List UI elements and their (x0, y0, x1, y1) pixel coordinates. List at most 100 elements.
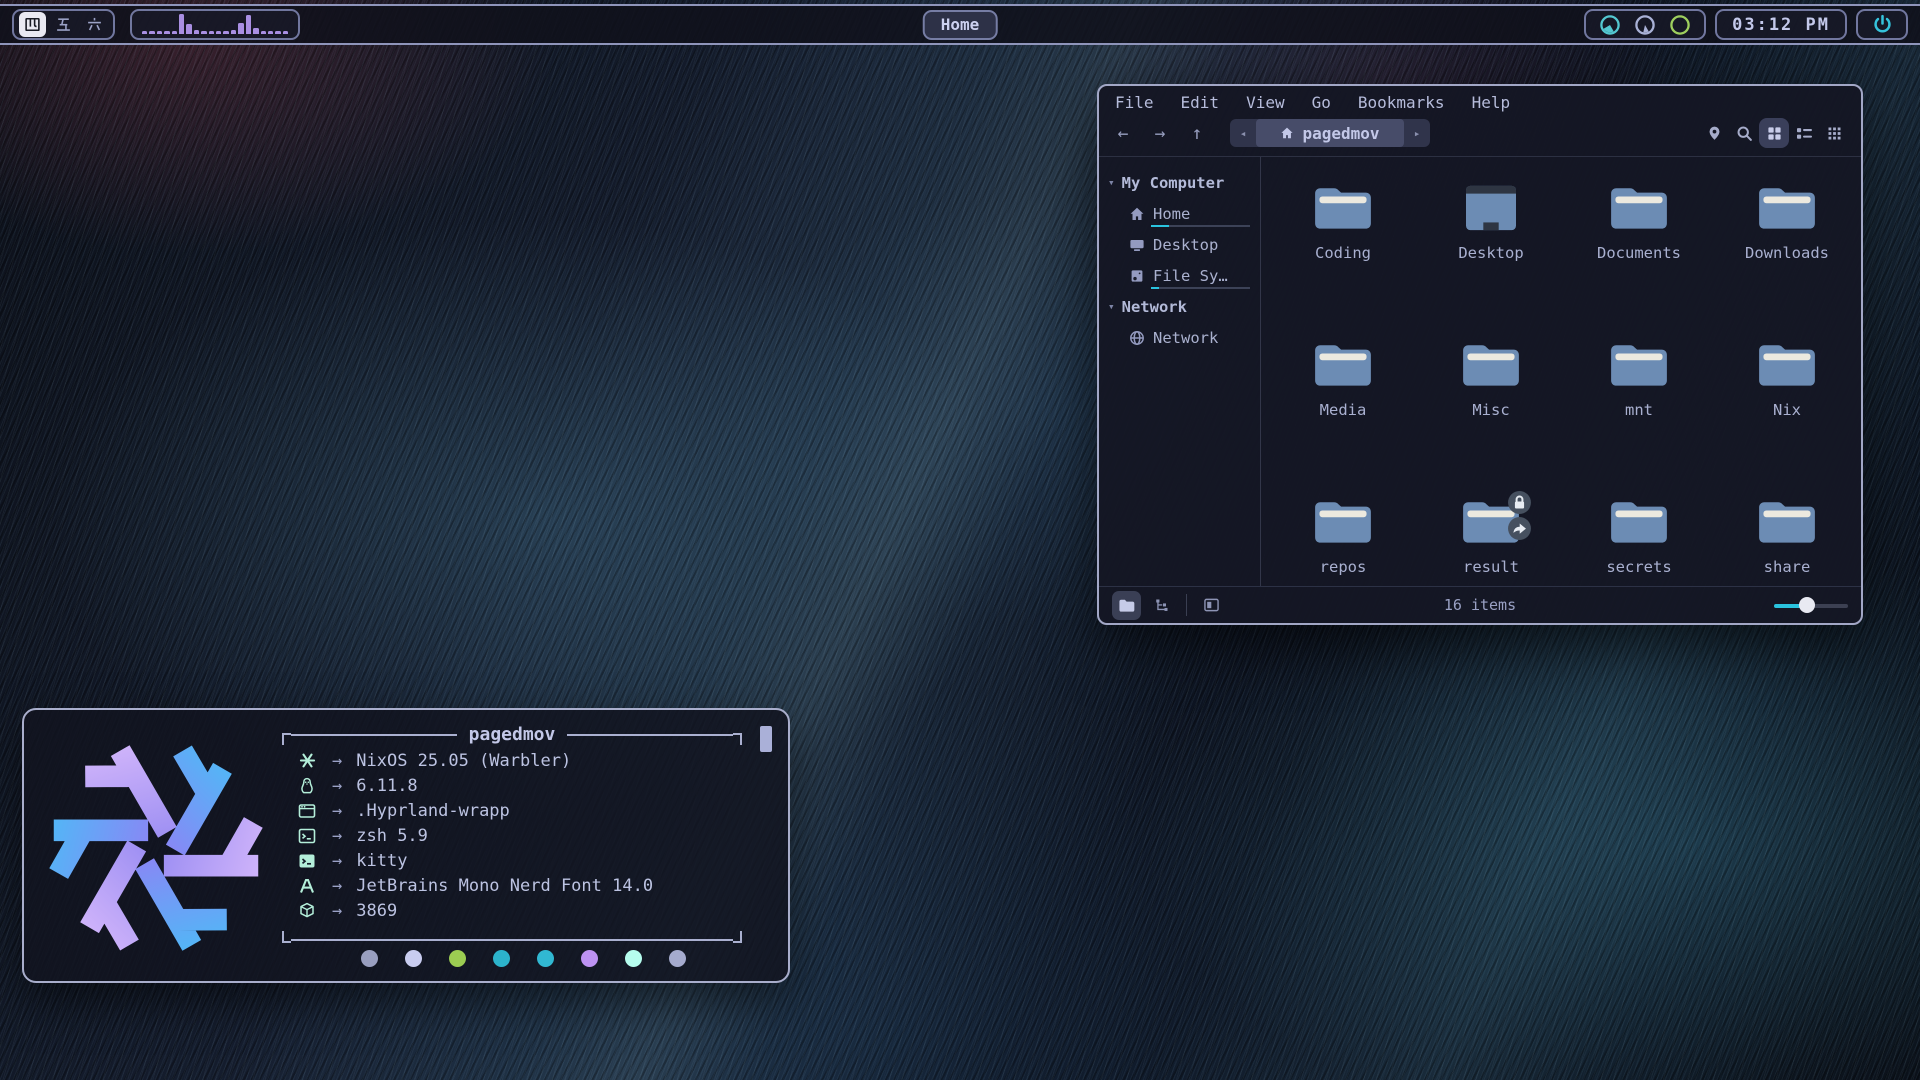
fetch-value: 3869 (356, 901, 397, 921)
fetch-value: .Hyprland-wrapp (356, 801, 510, 821)
item-count-label: 16 items (1099, 596, 1861, 614)
workspace-五[interactable] (50, 12, 77, 37)
menu-help[interactable]: Help (1472, 93, 1511, 112)
workspace-六[interactable] (81, 12, 108, 37)
file-item-mnt[interactable]: mnt (1565, 326, 1713, 483)
window-icon (296, 802, 318, 820)
arrow-icon: → (332, 876, 342, 896)
path-scroll-left-icon[interactable]: ◂ (1230, 127, 1256, 140)
audio-visualizer (130, 9, 300, 40)
sidebar: ▾My Computer Home Desktop File Sy…▾Network N… (1099, 157, 1261, 586)
folder-icon (1312, 183, 1374, 233)
file-item-label: share (1764, 558, 1811, 576)
sidebar-item-network[interactable]: Network (1099, 322, 1260, 353)
visualizer-bar (194, 30, 199, 34)
fetch-frame-top: pagedmov (282, 728, 742, 742)
drive-icon (1129, 268, 1145, 284)
arrow-icon: → (332, 901, 342, 921)
menu-go[interactable]: Go (1312, 93, 1331, 112)
visualizer-bar (157, 31, 162, 34)
workspace-switcher (12, 9, 115, 40)
status-bar: 16 items (1099, 586, 1861, 623)
collapse-caret-icon: ▾ (1108, 300, 1115, 313)
link-emblem-icon (1507, 516, 1532, 541)
sidebar-item-label: Desktop (1153, 236, 1218, 254)
up-button[interactable]: ↑ (1185, 123, 1209, 144)
file-item-downloads[interactable]: Downloads (1713, 169, 1861, 326)
visualizer-bar (246, 15, 251, 34)
palette-dot (625, 950, 642, 967)
fetch-value: kitty (356, 851, 407, 871)
fetch-row: →.Hyprland-wrapp (296, 798, 764, 823)
fetch-widget: pagedmov →NixOS 25.05 (Warbler)→6.11.8→.… (22, 708, 790, 983)
folder-icon (1756, 183, 1818, 233)
menu-bar: File Edit View Go Bookmarks Help (1099, 86, 1861, 114)
file-item-label: Coding (1315, 244, 1371, 262)
fetch-row: → kitty (296, 848, 764, 873)
folder-icon (1756, 340, 1818, 390)
visualizer-bar (261, 31, 266, 34)
globe-icon (1129, 330, 1145, 346)
visualizer-bar (231, 30, 236, 34)
path-scroll-right-icon[interactable]: ▸ (1404, 127, 1430, 140)
zoom-slider[interactable] (1774, 597, 1848, 613)
nix-flake-icon (296, 751, 318, 770)
folder-icon (1608, 183, 1670, 233)
fetch-row: → 6.11.8 (296, 773, 764, 798)
file-item-documents[interactable]: Documents (1565, 169, 1713, 326)
menu-edit[interactable]: Edit (1181, 93, 1220, 112)
file-item-nix[interactable]: Nix (1713, 326, 1861, 483)
menu-bookmarks[interactable]: Bookmarks (1358, 93, 1445, 112)
sidebar-item-desktop[interactable]: Desktop (1099, 229, 1260, 260)
tux-icon (296, 777, 318, 795)
visualizer-bar (186, 24, 191, 34)
file-item-coding[interactable]: Coding (1269, 169, 1417, 326)
search-button[interactable] (1729, 118, 1759, 148)
workspace-四-active[interactable] (19, 12, 46, 37)
compact-view-button[interactable] (1819, 118, 1849, 148)
forward-button[interactable]: → (1148, 123, 1172, 144)
arrow-icon: → (332, 776, 342, 796)
sidebar-item-label: Home (1153, 205, 1190, 223)
sidebar-section-network[interactable]: ▾Network (1099, 291, 1260, 322)
terminal-cursor (760, 726, 772, 752)
desktop: Home 03:12 PM FileEditViewGoBookmarksHel… (0, 0, 1920, 1080)
folder-icon (1460, 497, 1522, 547)
zoom-slider-knob[interactable] (1799, 597, 1815, 613)
menu-file[interactable]: File (1115, 93, 1154, 112)
fetch-frame-bottom (282, 927, 742, 941)
sidebar-item-filesy[interactable]: File Sy… (1099, 260, 1260, 291)
file-item-desktop[interactable]: Desktop (1417, 169, 1565, 326)
fetch-value: 6.11.8 (356, 776, 417, 796)
icon-view-button[interactable] (1759, 118, 1789, 148)
folder-icon (1756, 497, 1818, 547)
file-item-media[interactable]: Media (1269, 326, 1417, 483)
back-button[interactable]: ← (1111, 123, 1135, 144)
visualizer-bar (223, 31, 228, 34)
menu-view[interactable]: View (1246, 93, 1285, 112)
file-item-label: Downloads (1745, 244, 1829, 262)
power-button[interactable] (1856, 9, 1908, 40)
nixos-logo (38, 724, 274, 971)
sidebar-item-label: Network (1153, 329, 1218, 347)
sidebar-item-home[interactable]: Home (1099, 198, 1260, 229)
location-pin-button[interactable] (1699, 118, 1729, 148)
folder-icon (1460, 340, 1522, 390)
fetch-row: →JetBrains Mono Nerd Font 14.0 (296, 873, 764, 898)
file-item-label: Documents (1597, 244, 1681, 262)
terminal-color-dots (282, 950, 764, 967)
sidebar-section-my-computer[interactable]: ▾My Computer (1099, 167, 1260, 198)
visualizer-bar (172, 31, 177, 34)
palette-dot (537, 950, 554, 967)
collapse-caret-icon: ▾ (1108, 176, 1115, 189)
visualizer-bar (164, 31, 169, 34)
file-item-misc[interactable]: Misc (1417, 326, 1565, 483)
list-view-button[interactable] (1789, 118, 1819, 148)
folder-icon (1608, 340, 1670, 390)
arrow-icon: → (332, 851, 342, 871)
lock-emblem-icon (1507, 490, 1532, 515)
visualizer-bar (142, 31, 147, 34)
shell-icon (296, 827, 318, 845)
selection-underline (1151, 225, 1250, 227)
path-segment-home[interactable]: pagedmov (1256, 119, 1404, 147)
